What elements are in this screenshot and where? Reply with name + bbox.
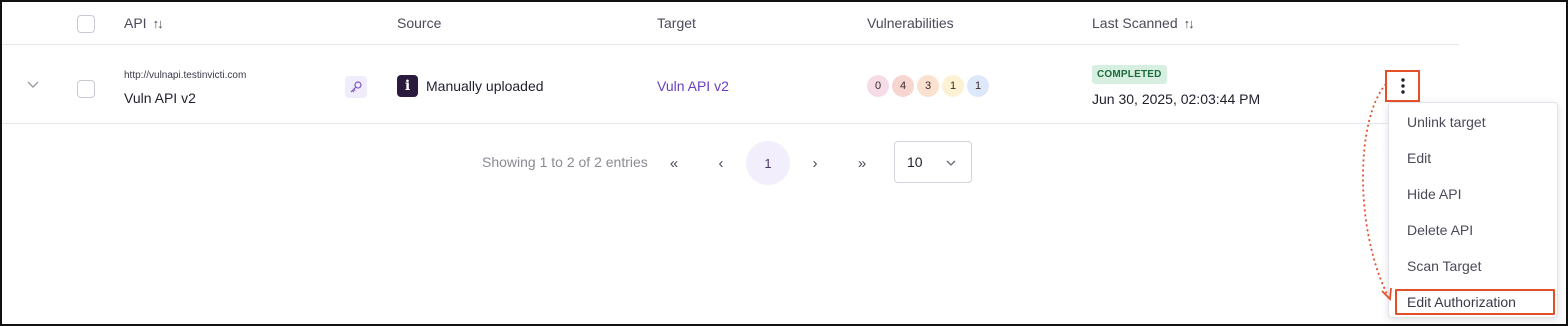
row-select-checkbox[interactable]	[77, 80, 95, 98]
page-size-select[interactable]: 10	[894, 141, 972, 183]
column-header-last-scanned-label: Last Scanned	[1092, 15, 1178, 31]
menu-item-edit-authorization[interactable]: Edit Authorization	[1395, 289, 1555, 315]
column-header-source-label: Source	[397, 15, 442, 31]
prev-page-button[interactable]: ‹	[699, 141, 743, 185]
source-icon-letter: i	[404, 78, 411, 94]
target-link[interactable]: Vuln API v2	[657, 78, 729, 94]
more-vertical-icon	[1400, 78, 1405, 94]
menu-item-delete-api[interactable]: Delete API	[1395, 217, 1555, 243]
table-row[interactable]: http://vulnapi.testinvicti.com Vuln API …	[2, 45, 1459, 124]
key-icon[interactable]	[345, 76, 367, 98]
menu-item-edit[interactable]: Edit	[1395, 145, 1555, 171]
vuln-high-badge: 4	[892, 75, 914, 97]
pagination: Showing 1 to 2 of 2 entries « ‹ 1 › » 10	[482, 141, 982, 185]
table-header: API ↑↓ Source Target Vulnerabilities Las…	[2, 2, 1459, 45]
vuln-medium-badge: 3	[917, 75, 939, 97]
column-header-vulnerabilities: Vulnerabilities	[867, 15, 954, 31]
column-header-source: Source	[397, 15, 441, 31]
vulnerability-counts: 0 4 3 1 1	[867, 75, 992, 97]
column-header-api-label: API	[124, 15, 147, 31]
vuln-critical-badge: 0	[867, 75, 889, 97]
vuln-info-badge: 1	[967, 75, 989, 97]
menu-item-hide-api[interactable]: Hide API	[1395, 181, 1555, 207]
chevron-down-icon[interactable]	[24, 75, 42, 93]
chevron-down-icon	[946, 160, 956, 166]
row-actions-menu: Unlink target Edit Hide API Delete API S…	[1388, 102, 1558, 318]
first-page-button[interactable]: «	[652, 141, 696, 185]
api-name: Vuln API v2	[124, 90, 196, 106]
page-size-value: 10	[907, 154, 923, 170]
sort-icon[interactable]: ↑↓	[1184, 16, 1195, 31]
column-header-last-scanned[interactable]: Last Scanned ↑↓	[1092, 15, 1195, 31]
api-url: http://vulnapi.testinvicti.com	[124, 70, 247, 81]
source-upload-icon: i	[397, 75, 418, 97]
pagination-info: Showing 1 to 2 of 2 entries	[482, 154, 648, 170]
menu-item-unlink-target[interactable]: Unlink target	[1395, 109, 1555, 135]
source-text: Manually uploaded	[426, 78, 544, 94]
column-header-vulnerabilities-label: Vulnerabilities	[867, 15, 954, 31]
last-scanned-date: Jun 30, 2025, 02:03:44 PM	[1092, 91, 1261, 107]
column-header-target-label: Target	[657, 15, 696, 31]
row-actions-button[interactable]	[1385, 70, 1420, 102]
vuln-low-badge: 1	[942, 75, 964, 97]
column-header-target: Target	[657, 15, 696, 31]
column-header-api[interactable]: API ↑↓	[124, 15, 164, 31]
next-page-button[interactable]: ›	[793, 141, 837, 185]
page-number-button[interactable]: 1	[746, 141, 790, 185]
sort-icon[interactable]: ↑↓	[153, 16, 164, 31]
menu-item-scan-target[interactable]: Scan Target	[1395, 253, 1555, 279]
select-all-checkbox[interactable]	[77, 15, 95, 33]
last-page-button[interactable]: »	[840, 141, 884, 185]
status-badge: COMPLETED	[1092, 65, 1167, 84]
